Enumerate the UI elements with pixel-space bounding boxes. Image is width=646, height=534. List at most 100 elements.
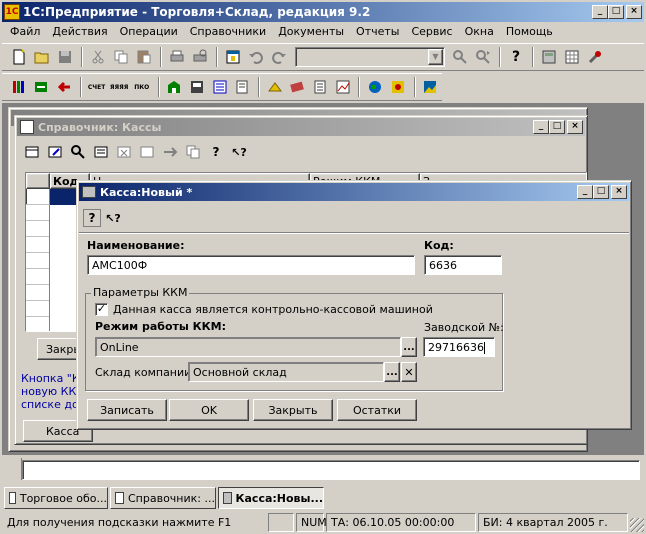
print-icon[interactable] — [166, 46, 188, 68]
menu-service[interactable]: Сервис — [405, 25, 458, 38]
catalog-whatsthis-icon[interactable]: ↖? — [228, 141, 250, 163]
menu-actions[interactable]: Действия — [46, 25, 113, 38]
menu-catalogs[interactable]: Справочники — [184, 25, 272, 38]
dialog-close-button[interactable]: × — [611, 185, 627, 199]
cut-icon[interactable] — [87, 46, 109, 68]
name-label: Наименование: — [87, 239, 185, 252]
tickets-icon[interactable] — [287, 76, 309, 98]
calc-icon[interactable] — [264, 76, 286, 98]
paste-icon[interactable] — [133, 46, 155, 68]
message-line-input[interactable] — [22, 460, 640, 480]
catalog-group-icon[interactable] — [136, 141, 158, 163]
ok-button[interactable]: OK — [169, 399, 249, 421]
books-icon[interactable] — [8, 76, 30, 98]
task-icon-3 — [223, 492, 232, 504]
minimize-button[interactable]: _ — [592, 5, 608, 19]
account-icon[interactable]: СЧЕТ — [86, 76, 108, 98]
warehouse-input[interactable]: Основной склад — [188, 362, 384, 382]
catalog-new-icon[interactable] — [21, 141, 43, 163]
calculator-icon[interactable] — [538, 46, 560, 68]
code-input[interactable]: 6636 — [424, 255, 502, 275]
menu-reports[interactable]: Отчеты — [350, 25, 405, 38]
catalog-close-button[interactable]: × — [567, 120, 583, 134]
message-line-handle[interactable] — [4, 458, 22, 480]
menu-bar: Файл Действия Операции Справочники Докум… — [0, 22, 646, 41]
task-trade-equipment[interactable]: Торговое обо... — [4, 487, 108, 509]
find-icon[interactable] — [449, 46, 471, 68]
dialog-whatsthis-icon[interactable]: ↖? — [102, 207, 124, 229]
catalog-help-icon[interactable]: ? — [205, 141, 227, 163]
menu-help[interactable]: Помощь — [500, 25, 559, 38]
dialog-help-icon[interactable]: ? — [83, 209, 101, 227]
catalog-find-icon[interactable] — [67, 141, 89, 163]
catalog-list-icon[interactable] — [90, 141, 112, 163]
status-empty — [268, 513, 294, 532]
exchange-icon[interactable] — [31, 76, 53, 98]
maximize-button[interactable]: □ — [608, 5, 624, 19]
is-kkm-checkbox[interactable]: ✓ — [95, 303, 108, 316]
warehouse-icon[interactable] — [164, 76, 186, 98]
menu-documents[interactable]: Документы — [272, 25, 350, 38]
mode-select-button[interactable]: ... — [401, 337, 417, 357]
globe-icon[interactable] — [364, 76, 386, 98]
copy-icon[interactable] — [110, 46, 132, 68]
catalog-edit-icon[interactable] — [44, 141, 66, 163]
redo-icon[interactable] — [268, 46, 290, 68]
undo-icon[interactable] — [245, 46, 267, 68]
catalog-copy-icon[interactable] — [182, 141, 204, 163]
catalog-maximize-button[interactable]: □ — [549, 120, 565, 134]
mode-input[interactable]: OnLine — [95, 337, 401, 357]
calendar-grid-icon[interactable] — [561, 46, 583, 68]
balances-button[interactable]: Остатки — [337, 399, 417, 421]
menu-windows[interactable]: Окна — [459, 25, 500, 38]
menu-file[interactable]: Файл — [4, 25, 46, 38]
grid-corner-cell[interactable] — [26, 173, 50, 189]
name-input[interactable]: АМС100Ф — [87, 255, 415, 275]
app-logo-icon: 1C — [4, 4, 20, 20]
calendar-icon[interactable] — [222, 46, 244, 68]
report-icon[interactable] — [332, 76, 354, 98]
catalog-icon — [20, 120, 34, 134]
menu-operations[interactable]: Операции — [114, 25, 184, 38]
register-icon[interactable] — [186, 76, 208, 98]
catalog-move-icon[interactable] — [159, 141, 181, 163]
catalog-minimize-button[interactable]: _ — [533, 120, 549, 134]
kassa-dialog: Касса:Новый * _ □ × ? ↖? Наименование: А… — [76, 180, 632, 430]
search-combo[interactable]: ▼ — [295, 47, 445, 67]
warehouse-select-button[interactable]: ... — [384, 362, 400, 382]
search-combo-dropdown-icon[interactable]: ▼ — [428, 49, 443, 65]
task-kassa-new[interactable]: Касса:Новы... — [218, 487, 324, 509]
star-icon[interactable] — [387, 76, 409, 98]
new-document-icon[interactable] — [8, 46, 30, 68]
toolbar-standard: ▼ ? — [2, 43, 644, 71]
journal-icon[interactable] — [209, 76, 231, 98]
warehouse-clear-button[interactable]: ✕ — [401, 362, 417, 382]
open-folder-icon[interactable] — [31, 46, 53, 68]
document-icon[interactable] — [231, 76, 253, 98]
dialog-maximize-button[interactable]: □ — [593, 185, 609, 199]
catalog-delete-icon[interactable] — [113, 141, 135, 163]
kkm-params-group-label: Параметры ККМ — [91, 286, 190, 299]
save-icon[interactable] — [54, 46, 76, 68]
kassa-dialog-titlebar: Касса:Новый * _ □ × — [79, 183, 629, 201]
help-icon[interactable]: ? — [505, 46, 527, 68]
status-hint: Для получения подсказки нажмите F1 — [7, 516, 232, 529]
write-button[interactable]: Записать — [87, 399, 167, 421]
account2-icon[interactable]: ЯЯЯЯ — [108, 76, 130, 98]
print-preview-icon[interactable] — [189, 46, 211, 68]
image-icon[interactable] — [420, 76, 442, 98]
pencil-icon[interactable] — [309, 76, 331, 98]
serial-input[interactable]: 29716636 — [423, 337, 495, 357]
close-dialog-button[interactable]: Закрыть — [253, 399, 333, 421]
tools-icon[interactable] — [584, 46, 606, 68]
pkko-icon[interactable]: ПКО — [131, 76, 153, 98]
dialog-minimize-button[interactable]: _ — [577, 185, 593, 199]
find-next-icon[interactable] — [472, 46, 494, 68]
resize-grip-icon[interactable] — [630, 518, 644, 532]
arrow-back-icon[interactable] — [53, 76, 75, 98]
grid-row-lines — [26, 205, 50, 331]
task-catalog-kassy[interactable]: Справочник: ... — [110, 487, 216, 509]
close-button[interactable]: × — [626, 5, 642, 19]
is-kkm-checkbox-label[interactable]: Данная касса является контрольно-кассово… — [113, 303, 433, 316]
app-title: 1С:Предприятие - Торговля+Склад, редакци… — [23, 5, 371, 19]
